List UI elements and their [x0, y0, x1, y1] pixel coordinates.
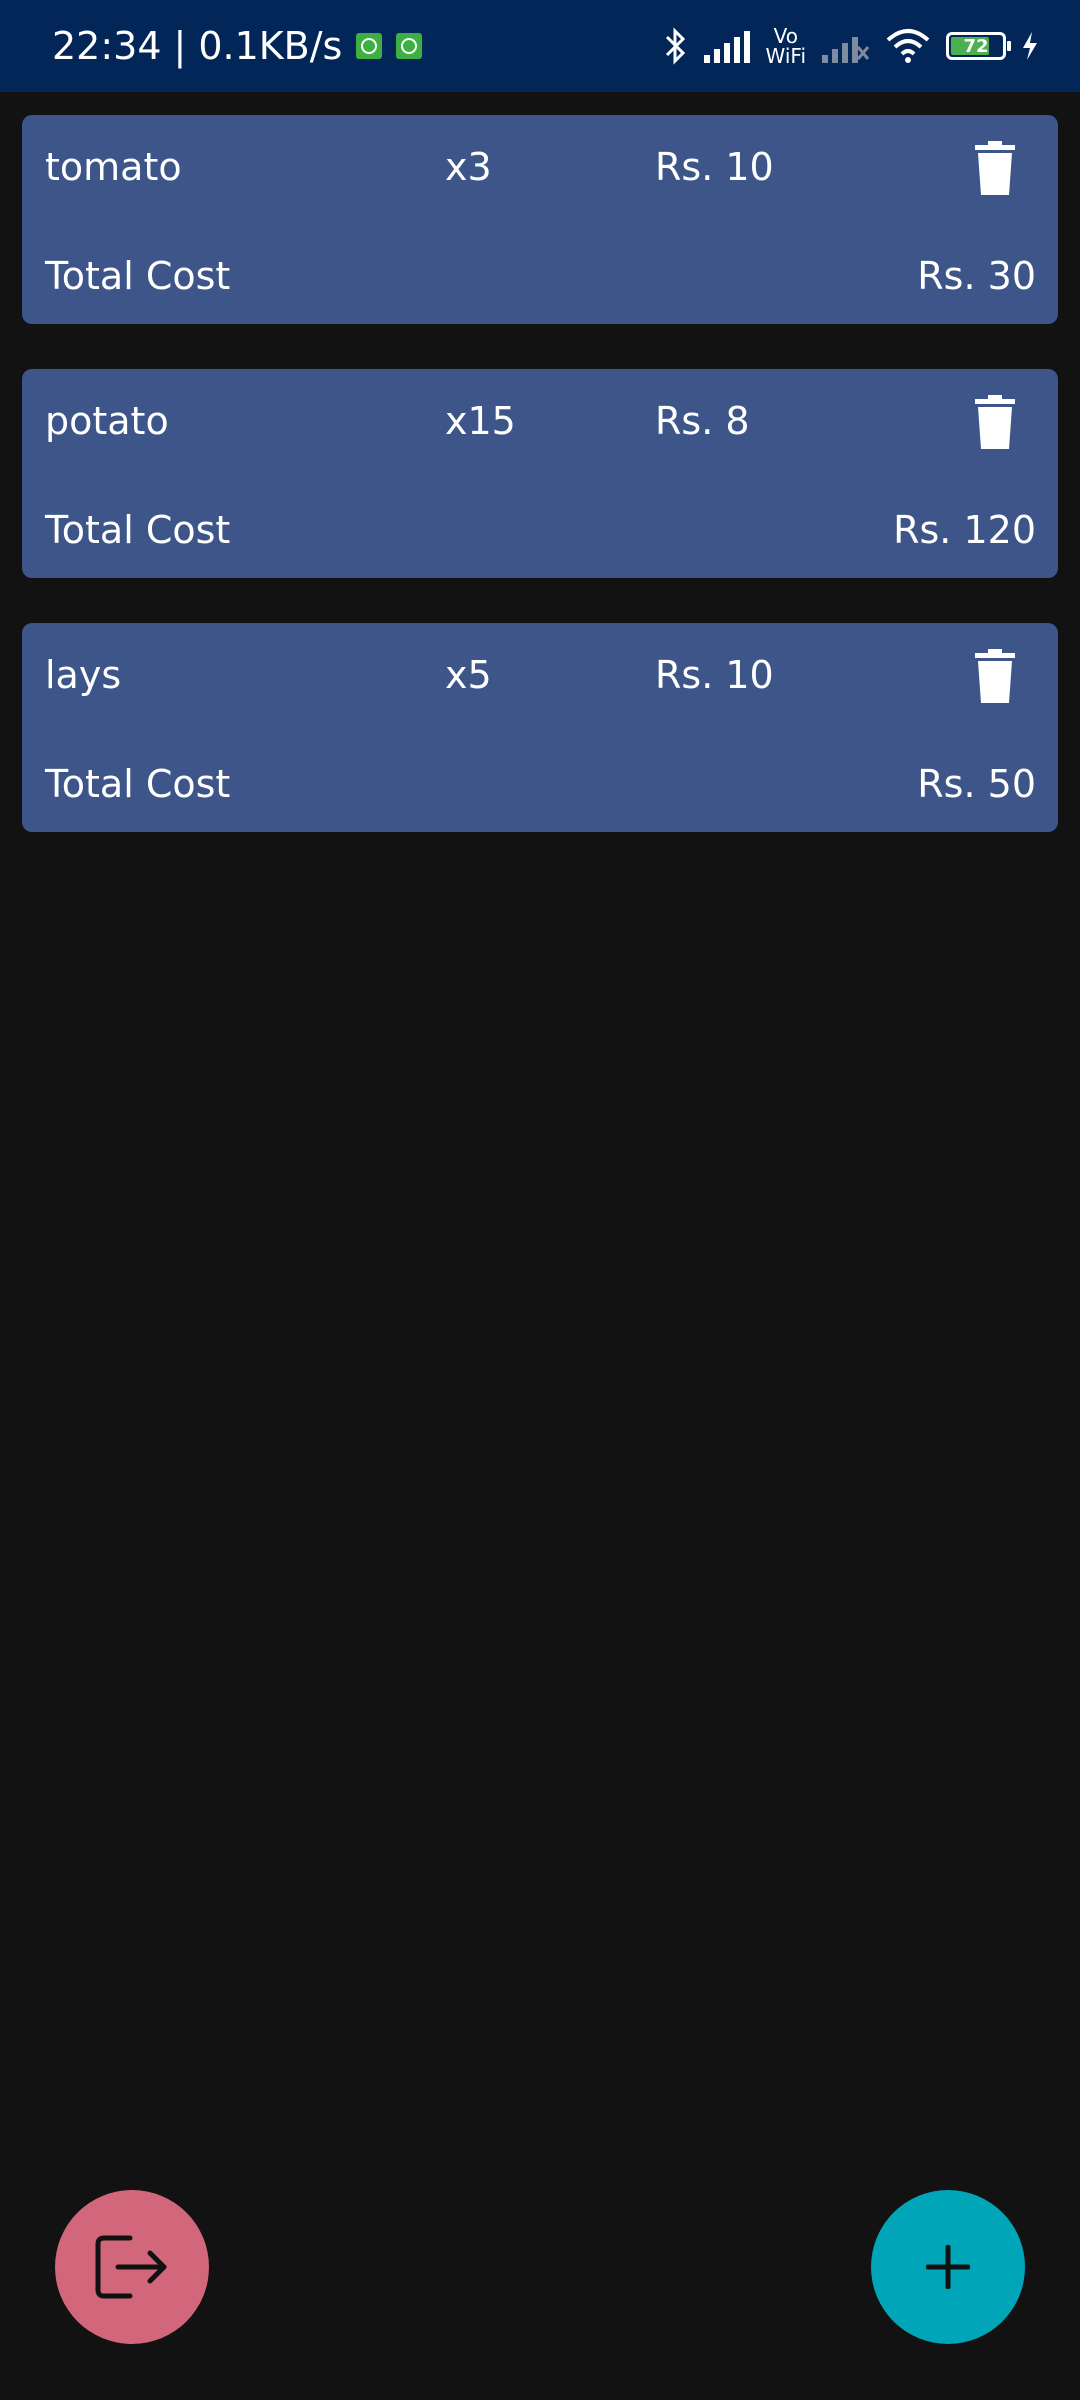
status-left: 22:34 | 0.1KB/s [52, 24, 423, 68]
delete-button[interactable] [968, 391, 1022, 453]
trash-icon [975, 141, 1015, 195]
item-name: potato [45, 399, 169, 443]
trash-icon [975, 395, 1015, 449]
vowifi-top: Vo [773, 24, 798, 48]
battery-icon: 72 [946, 32, 1011, 60]
total-cost-value: Rs. 50 [917, 762, 1036, 806]
list-item[interactable]: potato x15 Rs. 8 Total Cost Rs. 120 [22, 369, 1058, 578]
item-price: Rs. 10 [655, 653, 774, 697]
plus-icon [926, 2245, 970, 2289]
screen: 22:34 | 0.1KB/s Vo WiFi 72 tomato x3 Rs.… [0, 0, 1080, 2400]
list-item[interactable]: lays x5 Rs. 10 Total Cost Rs. 50 [22, 623, 1058, 832]
status-time: 22:34 [52, 24, 162, 68]
signal-icon [702, 29, 752, 63]
trash-icon [975, 649, 1015, 703]
delete-button[interactable] [968, 645, 1022, 707]
add-item-button[interactable] [871, 2190, 1025, 2344]
signal-weak-icon [820, 29, 870, 63]
total-cost-value: Rs. 120 [893, 508, 1036, 552]
status-right: Vo WiFi 72 [664, 26, 1041, 66]
total-cost-label: Total Cost [45, 508, 231, 552]
delete-button[interactable] [968, 137, 1022, 199]
item-quantity: x3 [445, 145, 492, 189]
charging-icon [1020, 31, 1040, 61]
total-cost-label: Total Cost [45, 254, 231, 298]
item-name: tomato [45, 145, 182, 189]
notification-app-icon [356, 33, 383, 59]
status-separator: | [173, 24, 187, 68]
item-name: lays [45, 653, 122, 697]
list-item[interactable]: tomato x3 Rs. 10 Total Cost Rs. 30 [22, 115, 1058, 324]
logout-button[interactable] [55, 2190, 209, 2344]
item-quantity: x5 [445, 653, 492, 697]
item-quantity: x15 [445, 399, 516, 443]
total-cost-label: Total Cost [45, 762, 231, 806]
logout-icon [95, 2235, 167, 2299]
item-price: Rs. 10 [655, 145, 774, 189]
vowifi-icon: Vo WiFi [766, 26, 807, 66]
status-bar: 22:34 | 0.1KB/s Vo WiFi 72 [0, 0, 1080, 92]
item-price: Rs. 8 [655, 399, 750, 443]
network-speed: 0.1KB/s [198, 24, 343, 68]
vowifi-bottom: WiFi [765, 44, 807, 68]
total-cost-value: Rs. 30 [917, 254, 1036, 298]
bluetooth-icon [664, 27, 688, 65]
notification-app-icon [396, 33, 423, 59]
wifi-icon [884, 28, 932, 64]
battery-level: 72 [963, 35, 989, 57]
item-list: tomato x3 Rs. 10 Total Cost Rs. 30 potat… [22, 115, 1058, 877]
